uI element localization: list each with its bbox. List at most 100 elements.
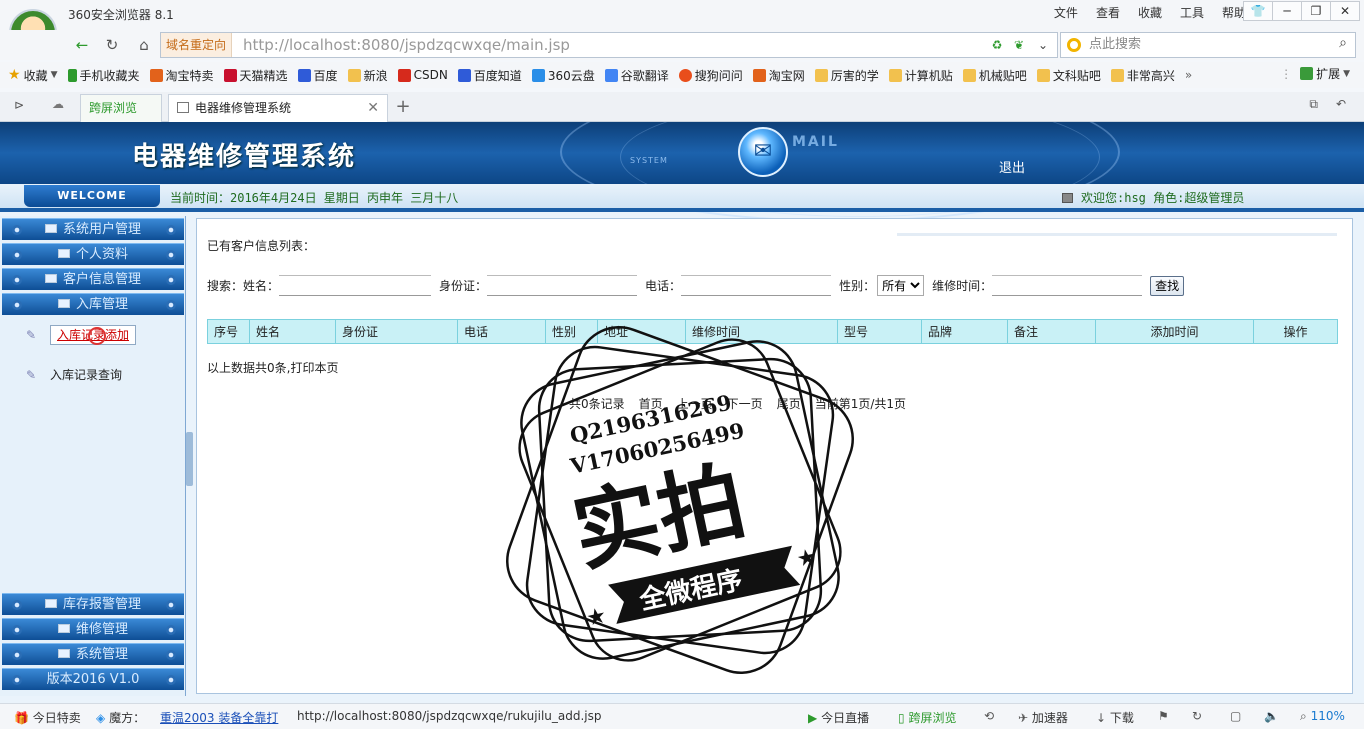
next-page-link[interactable]: 下一页 (727, 395, 763, 412)
bookmark-item[interactable]: 机械贴吧 (962, 67, 1027, 84)
search-engine-icon[interactable] (1067, 38, 1081, 52)
home-icon[interactable]: ⌂ (132, 33, 156, 57)
user-info: 欢迎您:hsg 角色:超级管理员 (1062, 189, 1244, 206)
bookmark-item[interactable]: CSDN (397, 68, 448, 82)
logout-link[interactable]: 退出 (999, 157, 1025, 176)
download-button[interactable]: ↓ 下载 (1096, 709, 1134, 726)
sidebar-subitem-stock-in-add[interactable]: ✎ 入库记录添加 (26, 325, 137, 345)
sidebar-item-system-users[interactable]: 系统用户管理 (2, 218, 184, 240)
first-page-link[interactable]: 首页 (639, 395, 663, 412)
bookmark-item[interactable]: 文科贴吧 (1036, 67, 1101, 84)
minimize-button[interactable]: ─ (1272, 1, 1302, 21)
recycle-icon[interactable]: ♻ (989, 37, 1005, 53)
sound-icon[interactable]: 🔈 (1264, 709, 1279, 723)
bookmark-item[interactable]: 计算机贴 (888, 67, 953, 84)
taobao-icon (752, 68, 766, 82)
sidebar-subitem-stock-in-query[interactable]: ✎ 入库记录查询 (26, 366, 122, 383)
envelope-icon (44, 274, 57, 283)
bookmark-item[interactable]: 天猫精选 (223, 67, 288, 84)
system-title: 电器维修管理系统 (132, 142, 357, 172)
sidebar-item-repairs[interactable]: 维修管理 (2, 618, 184, 640)
bookmark-favorites[interactable]: ★ 收藏 ▼ (8, 67, 58, 84)
sidebar-item-stock-alarm[interactable]: 库存报警管理 (2, 593, 184, 615)
id-input[interactable] (487, 275, 638, 296)
gender-select[interactable]: 所有 (877, 275, 925, 296)
bookmark-item[interactable]: 搜狗问问 (678, 67, 743, 84)
sidebar-item-profile[interactable]: 个人资料 (2, 243, 184, 265)
menu-favorites[interactable]: 收藏 (1138, 4, 1162, 21)
back-arrow-icon[interactable]: ← (70, 33, 94, 57)
refresh-icon[interactable]: ↻ (1192, 709, 1202, 723)
undo-icon[interactable]: ↶ (1336, 97, 1346, 111)
search-box[interactable]: 点此搜索 ⌕ (1060, 32, 1356, 58)
cloud-icon (531, 68, 545, 82)
close-button[interactable]: ✕ (1330, 1, 1360, 21)
maximize-button[interactable]: ❐ (1301, 1, 1331, 21)
close-tab-icon[interactable]: ✕ (367, 95, 379, 121)
menu-tools[interactable]: 工具 (1180, 4, 1204, 21)
more-bookmarks-icon[interactable]: » (1185, 68, 1192, 82)
promo-link[interactable]: 重温2003 装备全靠打 (160, 709, 278, 726)
last-page-link[interactable]: 尾页 (777, 395, 801, 412)
bookmark-item[interactable]: 百度知道 (457, 67, 522, 84)
tab-active[interactable]: 电器维修管理系统 ✕ (168, 94, 388, 122)
bookmark-item[interactable]: 百度 (297, 67, 338, 84)
live-button[interactable]: ▶ 今日直播 (808, 709, 869, 726)
sidebar-toggle-icon[interactable]: ⊳ (14, 98, 24, 112)
page-icon (177, 102, 189, 113)
skin-icon[interactable]: 👕 (1243, 1, 1273, 21)
bullet-icon (166, 250, 176, 260)
tab-split-view[interactable]: 跨屏浏览 (80, 94, 162, 122)
magic-cube[interactable]: ◈ 魔方： (96, 709, 145, 726)
navigation-bar: ← ↻ ⌂ 域名重定向 http://localhost:8080/jspdzq… (0, 30, 1364, 60)
find-button[interactable]: 查找 (1150, 275, 1185, 296)
extensions-button[interactable]: 扩展 ▼ (1300, 65, 1350, 82)
bookmark-item[interactable]: 淘宝特卖 (149, 67, 214, 84)
sidebar-item-customers[interactable]: 客户信息管理 (2, 268, 184, 290)
column-header: 姓名 (249, 319, 336, 344)
bookmark-item[interactable]: 淘宝网 (752, 67, 805, 84)
sidebar: 系统用户管理 个人资料 客户信息管理 入库管理 ✎ 入库记录添加 ✎ 入库记录查询 … (0, 216, 186, 696)
today-deals[interactable]: 🎁 今日特卖 (14, 709, 81, 726)
bookmark-item[interactable]: 非常高兴 (1110, 67, 1175, 84)
zoom-level[interactable]: ⌕ 110% (1300, 709, 1345, 724)
redirect-badge[interactable]: 域名重定向 (161, 33, 233, 57)
new-tab-button[interactable]: + (392, 96, 414, 118)
name-input[interactable] (279, 275, 432, 296)
bookmark-item[interactable]: 手机收藏夹 (67, 67, 140, 84)
bookmark-item[interactable]: 谷歌翻译 (604, 67, 669, 84)
bookmark-item[interactable]: 360云盘 (531, 67, 595, 84)
url-text[interactable]: http://localhost:8080/jspdzqcwxqe/main.j… (243, 33, 570, 57)
accelerator-button[interactable]: ✈ 加速器 (1018, 709, 1068, 726)
flag-icon[interactable]: ⚑ (1158, 709, 1169, 723)
bullet-icon (166, 300, 176, 310)
menu-view[interactable]: 查看 (1096, 4, 1120, 21)
cube-icon: ◈ (96, 711, 106, 725)
chevron-down-icon[interactable]: ⌄ (1035, 37, 1051, 53)
search-placeholder: 点此搜索 (1089, 37, 1142, 52)
csdn-icon (397, 68, 411, 82)
rotate-icon[interactable]: ⟲ (984, 709, 994, 723)
repair-time-input[interactable] (992, 275, 1143, 296)
split-view-button[interactable]: ▯ 跨屏浏览 (898, 709, 956, 726)
envelope-icon (57, 649, 70, 658)
sidebar-item-system[interactable]: 系统管理 (2, 643, 184, 665)
column-header: 操作 (1253, 319, 1338, 344)
address-bar[interactable]: 域名重定向 http://localhost:8080/jspdzqcwxqe/… (160, 32, 1058, 58)
sidebar-item-stock-in[interactable]: 入库管理 (2, 293, 184, 315)
window-icon[interactable]: ▢ (1230, 709, 1241, 723)
welcome-badge: WELCOME (24, 185, 160, 207)
refresh-icon[interactable]: ↻ (100, 33, 124, 57)
bullet-icon (12, 625, 22, 635)
search-icon[interactable]: ⌕ (1339, 35, 1347, 51)
bookmark-item[interactable]: 新浪 (347, 67, 388, 84)
menu-file[interactable]: 文件 (1054, 4, 1078, 21)
sidebar-splitter[interactable] (186, 432, 193, 486)
leaf-icon[interactable]: ❦ (1011, 37, 1027, 53)
window-list-icon[interactable]: ⧉ (1309, 97, 1318, 112)
cloud-icon[interactable]: ☁ (52, 97, 64, 111)
play-icon: ▶ (808, 711, 818, 725)
phone-input[interactable] (681, 275, 832, 296)
bookmark-item[interactable]: 厉害的学 (814, 67, 879, 84)
prev-page-link[interactable]: 上一页 (677, 395, 713, 412)
